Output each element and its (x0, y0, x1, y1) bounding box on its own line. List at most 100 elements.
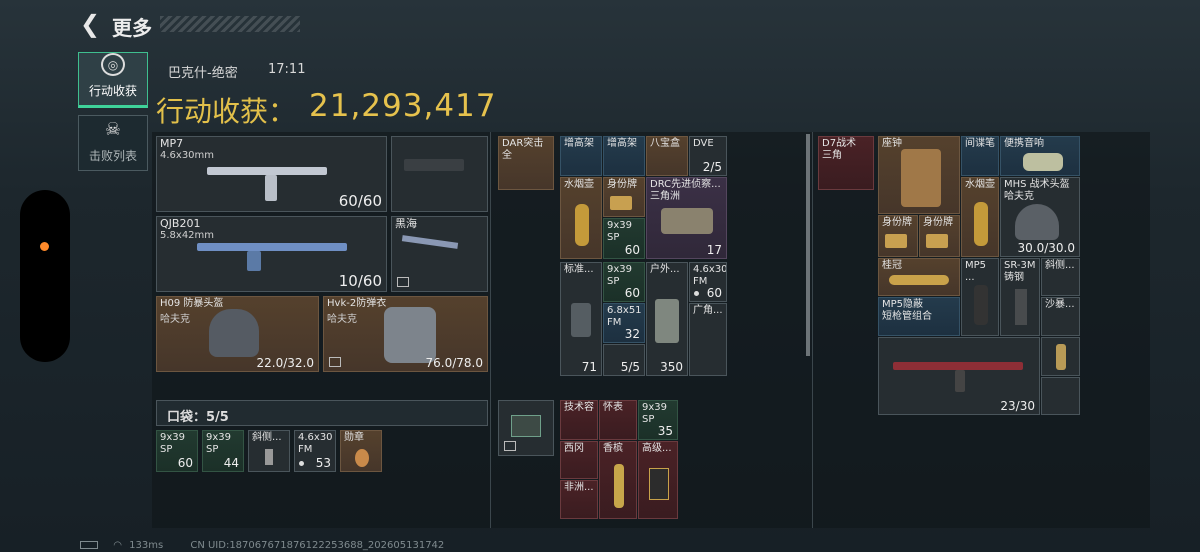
case-item[interactable]: 香槟 (599, 441, 637, 519)
right-item[interactable]: 桂冠 (878, 258, 960, 296)
helmet-slot[interactable]: H09 防暴头盔 哈夫克 22.0/32.0 (156, 296, 319, 372)
backpack-item[interactable]: DVE 2/5 (689, 136, 727, 176)
pocket-item[interactable]: 4.6x30 FM 53 (294, 430, 336, 472)
loot-value: 21,293,417 (309, 88, 497, 124)
right-item[interactable]: MHS 战术头盔 哈夫克 30.0/30.0 (1000, 177, 1080, 257)
case-item[interactable]: 9x39 SP 35 (638, 400, 678, 440)
backpack-item[interactable]: 标准... 71 (560, 262, 602, 376)
item-name: SR-3M 铸钢 (1004, 260, 1036, 283)
right-item[interactable]: 水烟壶 (961, 177, 999, 257)
backpack-item[interactable]: 增高架 (560, 136, 602, 176)
pocket-item[interactable]: 9x39 SP 60 (156, 430, 198, 472)
case-item[interactable]: 怀表 (599, 400, 637, 440)
helmet-icon (209, 309, 259, 357)
backpack-item[interactable]: 5/5 (603, 344, 645, 376)
primary-weapon-slot[interactable]: MP7 4.6x30mm 60/60 (156, 136, 387, 212)
pocket-item[interactable]: 9x39 SP 44 (202, 430, 244, 472)
item-durability: 76.0/78.0 (425, 356, 483, 370)
right-item[interactable]: 沙暴... (1041, 297, 1080, 336)
pocket-item[interactable]: 斜侧... (248, 430, 290, 472)
backpack-item[interactable]: 4.6x30 FM 60 (689, 262, 727, 302)
backpack-item[interactable]: 八宝盒 (646, 136, 688, 176)
case-item[interactable]: 技术容 (560, 400, 598, 440)
tab-loot-label: 行动收获 (88, 84, 137, 98)
backpack-item[interactable]: 广角... (689, 303, 727, 376)
qjb201-mag-icon (247, 251, 261, 271)
lock-icon (397, 277, 409, 287)
hookah-icon (974, 202, 988, 246)
ammo-dot-icon (694, 291, 699, 296)
dogtag-icon (926, 234, 948, 248)
item-name: H09 防暴头盔 (160, 298, 224, 309)
right-item[interactable]: 斜侧... (1041, 258, 1080, 296)
item-name: 斜侧... (1045, 260, 1075, 271)
pistol-slot[interactable] (391, 136, 488, 212)
map-name: 巴克什-绝密 (168, 66, 238, 81)
item-name: QJB201 (160, 217, 201, 230)
item-name: 勋章 (344, 432, 364, 443)
panel-separator (490, 132, 491, 528)
right-item[interactable]: 座钟 (878, 136, 960, 214)
pocket-count: 5/5 (206, 410, 229, 425)
item-name: 水烟壶 (965, 179, 995, 190)
tab-kills[interactable]: ☠ 击败列表 (78, 115, 148, 171)
backpack-item[interactable]: 6.8x51 FM 32 (603, 303, 645, 343)
rig-slot[interactable]: D7战术 三角 (818, 136, 874, 190)
item-brand: 哈夫克 (160, 314, 190, 325)
armor-slot[interactable]: Hvk-2防弹衣 哈夫克 76.0/78.0 (323, 296, 488, 372)
right-item[interactable]: 间谍笔 (961, 136, 999, 176)
case-item[interactable]: 高级... (638, 441, 678, 519)
right-item[interactable] (1041, 337, 1080, 376)
melee-slot[interactable]: 黑海 (391, 216, 488, 292)
secure-case-slot[interactable] (498, 400, 554, 456)
item-name: 水烟壶 (564, 179, 594, 190)
tab-loot[interactable]: ◎ 行动收获 (78, 52, 148, 108)
wifi-icon: ◠ (113, 540, 122, 551)
item-count: 17 (706, 243, 722, 257)
right-item[interactable]: 身份牌 (878, 215, 918, 257)
item-name: 怀表 (603, 402, 623, 413)
right-item[interactable]: SR-3M 铸钢 (1000, 258, 1040, 336)
pocket-item[interactable]: 勋章 (340, 430, 382, 472)
backpack-item[interactable]: 增高架 (603, 136, 645, 176)
secondary-weapon-slot[interactable]: QJB201 5.8x42mm 10/60 (156, 216, 387, 292)
right-weapon-item[interactable]: 23/30 (878, 337, 1040, 415)
item-count: 350 (660, 360, 683, 374)
case-item[interactable]: 非洲... (560, 480, 598, 519)
backpack-item[interactable]: 水烟壶 (560, 177, 602, 259)
title-decoration (160, 16, 300, 32)
item-ammo: 60/60 (338, 192, 382, 210)
item-name: Hvk-2防弹衣 (327, 298, 387, 309)
backpack-item[interactable]: 身份牌 (603, 177, 645, 217)
right-item[interactable]: 便携音响 (1000, 136, 1080, 176)
backpack-item[interactable]: 户外... 350 (646, 262, 688, 376)
right-item[interactable]: 身份牌 (919, 215, 960, 257)
backpack-item[interactable]: DRC先进侦察... 三角洲 17 (646, 177, 727, 259)
item-name: 高级... (642, 443, 672, 454)
right-item[interactable] (1041, 377, 1080, 415)
right-item[interactable]: MP5 ... (961, 258, 999, 336)
premium-bag-icon (649, 468, 669, 500)
lock-icon (504, 441, 516, 451)
backpack-item[interactable]: 9x39 SP 60 (603, 262, 645, 302)
camera-indicator-icon (40, 242, 49, 251)
chest-rig-slot[interactable]: DAR突击 全 (498, 136, 554, 190)
back-chevron-icon[interactable]: ❮ (80, 10, 100, 38)
item-name: 身份牌 (882, 217, 912, 228)
item-name: DAR突击 全 (502, 138, 544, 161)
ping-value: 133ms (129, 540, 164, 551)
backpack-item[interactable]: 9x39 SP 60 (603, 218, 645, 259)
item-name: 技术容 (564, 402, 594, 413)
device-notch (20, 190, 70, 362)
item-name: 香槟 (603, 443, 623, 454)
pistol-icon (404, 159, 464, 171)
item-name: 非洲... (564, 482, 594, 493)
scrollbar[interactable] (806, 134, 810, 356)
item-name: MP5 ... (965, 260, 987, 283)
item-name: 西冈 (564, 443, 584, 454)
match-time: 17:11 (268, 62, 306, 77)
item-name: 沙暴... (1045, 299, 1075, 310)
right-item[interactable]: MP5隐蔽 短枪管组合 (878, 297, 960, 336)
item-name: 间谍笔 (965, 138, 995, 149)
case-item[interactable]: 西冈 (560, 441, 598, 479)
